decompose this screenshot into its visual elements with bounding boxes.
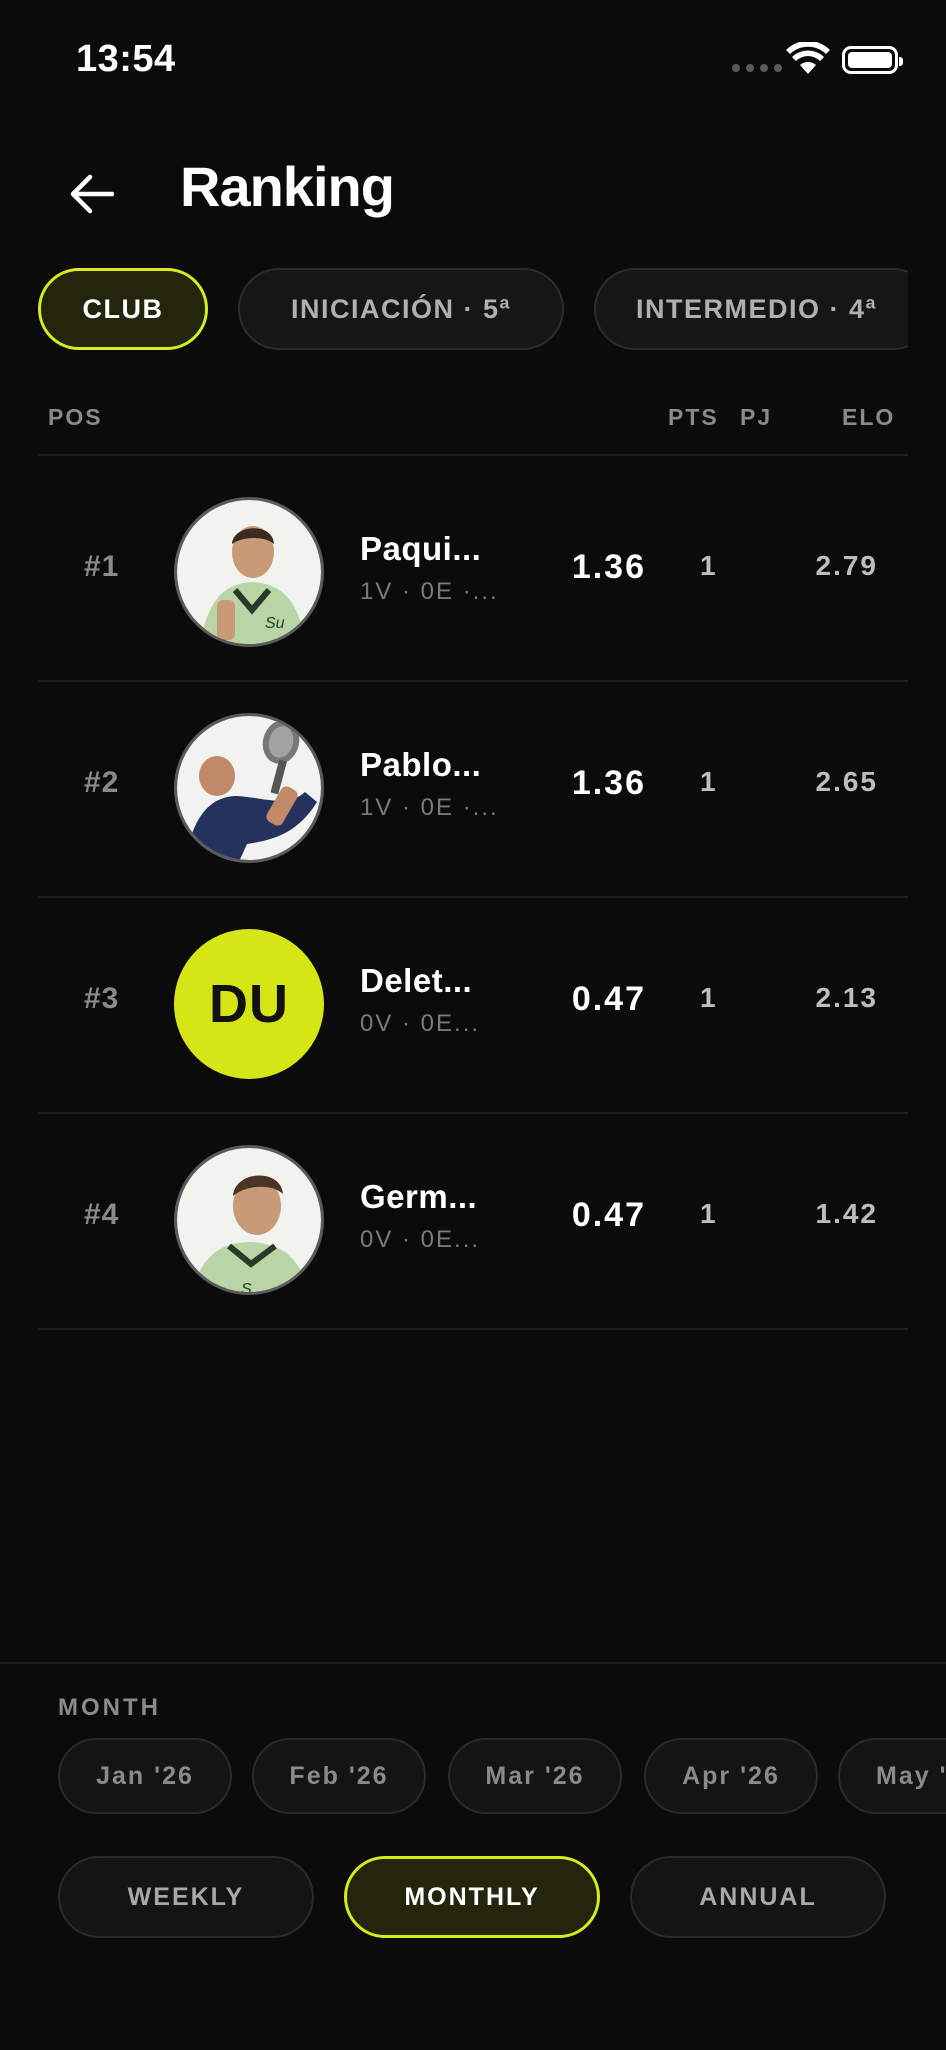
- tab-club[interactable]: CLUB: [38, 268, 208, 350]
- player-name: Germ...: [360, 1178, 478, 1215]
- player-record: 0V · 0E...: [360, 1010, 481, 1037]
- cellular-signal-icon: [732, 64, 782, 72]
- player-record: 1V · 0E ·...: [360, 794, 499, 821]
- ranking-row[interactable]: #3 DU Delet... 0V · 0E... 0.47 1 2.13: [38, 896, 908, 1112]
- status-bar: 13:54: [0, 0, 946, 120]
- player-matches: 1: [700, 550, 716, 581]
- tab-intermedio[interactable]: INTERMEDIO · 4ª: [594, 268, 908, 350]
- col-elo: ELO: [842, 404, 896, 430]
- divider: [38, 1328, 908, 1330]
- row-position: #4: [84, 1198, 120, 1231]
- player-elo: 1.42: [815, 1198, 878, 1229]
- month-chip[interactable]: Feb '26: [252, 1738, 426, 1814]
- arrow-left-icon: [70, 174, 114, 214]
- ranking-row[interactable]: #2 Pablo... 1V · 0E ·... 1.36 1 2.65: [38, 680, 908, 896]
- player-matches: 1: [700, 982, 716, 1013]
- player-name: Paqui...: [360, 530, 482, 567]
- battery-icon: [842, 46, 903, 74]
- ranking-row[interactable]: #4 S Germ... 0V · 0E... 0.47 1 1.42: [38, 1112, 908, 1328]
- month-label: MONTH: [58, 1694, 161, 1721]
- player-photo: [177, 716, 321, 860]
- col-pj: PJ: [740, 404, 773, 430]
- player-photo: S: [177, 1148, 321, 1295]
- player-elo: 2.13: [815, 982, 878, 1013]
- back-button[interactable]: [60, 162, 124, 226]
- col-pos: POS: [48, 404, 103, 430]
- player-name: Pablo...: [360, 746, 482, 783]
- player-matches: 1: [700, 1198, 716, 1229]
- player-matches: 1: [700, 766, 716, 797]
- month-chip[interactable]: Apr '26: [644, 1738, 818, 1814]
- player-points: 0.47: [571, 1196, 646, 1234]
- tab-iniciacion[interactable]: INICIACIÓN · 5ª: [238, 268, 564, 350]
- status-time: 13:54: [76, 38, 176, 80]
- category-tabs: CLUB INICIACIÓN · 5ª INTERMEDIO · 4ª: [38, 268, 908, 354]
- period-weekly-button[interactable]: WEEKLY: [58, 1856, 314, 1938]
- svg-text:Su: Su: [265, 615, 285, 632]
- month-chip[interactable]: May ': [838, 1738, 946, 1814]
- col-pts: PTS: [668, 404, 719, 430]
- page-title: Ranking: [180, 155, 395, 218]
- period-annual-button[interactable]: ANNUAL: [630, 1856, 886, 1938]
- player-elo: 2.65: [815, 766, 878, 797]
- svg-text:S: S: [241, 1281, 252, 1295]
- avatar-initials: DU: [174, 929, 324, 1079]
- player-photo: Su: [177, 500, 321, 644]
- player-record: 1V · 0E ·...: [360, 578, 499, 605]
- period-toggle: WEEKLY MONTHLY ANNUAL: [58, 1856, 888, 1940]
- player-points: 0.47: [571, 980, 646, 1018]
- player-points: 1.36: [571, 548, 646, 586]
- row-position: #3: [84, 982, 120, 1015]
- month-chip[interactable]: Mar '26: [448, 1738, 622, 1814]
- month-selector: Jan '26 Feb '26 Mar '26 Apr '26 May ': [58, 1738, 946, 1818]
- player-points: 1.36: [571, 764, 646, 802]
- avatar: S: [174, 1145, 324, 1295]
- month-chip[interactable]: Jan '26: [58, 1738, 232, 1814]
- header: Ranking: [0, 150, 946, 230]
- row-position: #1: [84, 550, 120, 583]
- divider: [38, 454, 908, 456]
- avatar: [174, 713, 324, 863]
- row-position: #2: [84, 766, 120, 799]
- player-record: 0V · 0E...: [360, 1226, 481, 1253]
- avatar: Su: [174, 497, 324, 647]
- wifi-icon: [786, 42, 830, 74]
- period-monthly-button[interactable]: MONTHLY: [344, 1856, 600, 1938]
- period-filter-panel: MONTH Jan '26 Feb '26 Mar '26 Apr '26 Ma…: [0, 1662, 946, 2050]
- ranking-column-headers: POS PTS PJ ELO: [38, 400, 908, 440]
- player-name: Delet...: [360, 962, 473, 999]
- ranking-row[interactable]: #1 Su Paqui... 1V · 0E ·... 1.36 1 2.79: [38, 464, 908, 680]
- player-elo: 2.79: [815, 550, 878, 581]
